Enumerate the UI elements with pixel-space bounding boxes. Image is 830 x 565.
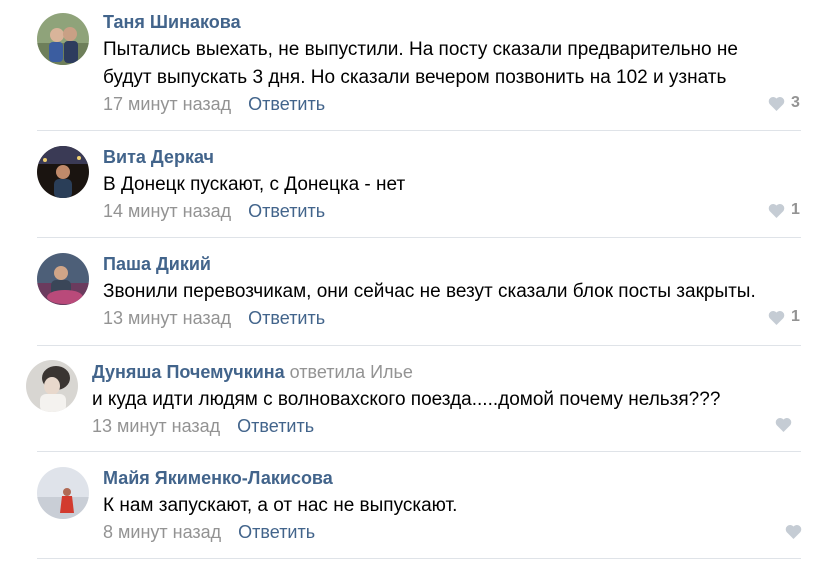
comment-text: В Донецк пускают, с Донецка - нет [103,171,405,199]
heart-icon [768,310,785,325]
like-button[interactable] [785,524,808,539]
author-name[interactable]: Дуняша Почемучкина [92,362,285,382]
comment-item: Вита Деркач В Донецк пускают, с Донецка … [0,131,830,237]
comment-item: Майя Якименко-Лакисова К нам запускают, … [0,452,830,558]
heart-icon [768,203,785,218]
comment-author[interactable]: Паша Дикий [103,254,211,275]
comment-time[interactable]: 8 минут назад [103,522,221,542]
reply-button[interactable]: Ответить [237,416,314,436]
comment-item: Дуняша Почемучкина ответила Илье и куда … [0,346,830,451]
comment-text: Звонили перевозчикам, они сейчас не везу… [103,278,756,306]
like-button[interactable] [775,417,798,432]
comment-text-line: В Донецк пускают, с Донецка - нет [103,174,406,195]
comment-text-line: будут выпускать 3 дня. Но сказали вечеро… [103,67,727,88]
reply-to-note[interactable]: ответила Илье [290,362,413,382]
comment-item: Таня Шинакова Пытались выехать, не выпус… [0,0,830,130]
comment-author[interactable]: Таня Шинакова [103,12,241,33]
reply-button[interactable]: Ответить [238,522,315,542]
avatar[interactable] [37,146,89,198]
avatar[interactable] [26,360,78,412]
like-button[interactable]: 1 [768,308,800,326]
comment-feed: Таня Шинакова Пытались выехать, не выпус… [0,0,830,565]
comment-text-line: К нам запускают, а от нас не выпускают. [103,495,458,516]
comment-author[interactable]: Дуняша Почемучкина ответила Илье [92,362,413,383]
comment-time[interactable]: 13 минут назад [103,308,231,328]
comment-time[interactable]: 13 минут назад [92,416,220,436]
reply-button[interactable]: Ответить [248,308,325,328]
comment-text: и куда идти людям с волновахского поезда… [92,386,720,414]
comment-divider [37,558,801,559]
like-button[interactable]: 3 [768,94,800,112]
reply-button[interactable]: Ответить [248,94,325,114]
like-button[interactable]: 1 [768,201,800,219]
like-count: 1 [791,308,800,325]
avatar[interactable] [37,253,89,305]
comment-author[interactable]: Вита Деркач [103,147,214,168]
heart-icon [775,417,792,432]
comment-author[interactable]: Майя Якименко-Лакисова [103,468,333,489]
comment-text-line: и куда идти людям с волновахского поезда… [92,389,721,410]
comment-time[interactable]: 17 минут назад [103,94,231,114]
comment-text: Пытались выехать, не выпустили. На посту… [103,36,738,92]
heart-icon [785,524,802,539]
comment-meta: 14 минут назад Ответить [103,201,325,222]
comment-text: К нам запускают, а от нас не выпускают. [103,492,457,520]
comment-meta: 13 минут назад Ответить [92,416,314,437]
comment-meta: 13 минут назад Ответить [103,308,325,329]
comment-meta: 8 минут назад Ответить [103,522,315,543]
comment-text-line: Пытались выехать, не выпустили. На посту… [103,39,738,60]
comment-text-line: Звонили перевозчикам, они сейчас не везу… [103,281,756,302]
comment-time[interactable]: 14 минут назад [103,201,231,221]
reply-button[interactable]: Ответить [248,201,325,221]
comment-item: Паша Дикий Звонили перевозчикам, они сей… [0,238,830,344]
like-count: 1 [791,201,800,218]
like-count: 3 [791,94,800,111]
avatar[interactable] [37,467,89,519]
avatar[interactable] [37,13,89,65]
heart-icon [768,96,785,111]
comment-meta: 17 минут назад Ответить [103,94,325,115]
